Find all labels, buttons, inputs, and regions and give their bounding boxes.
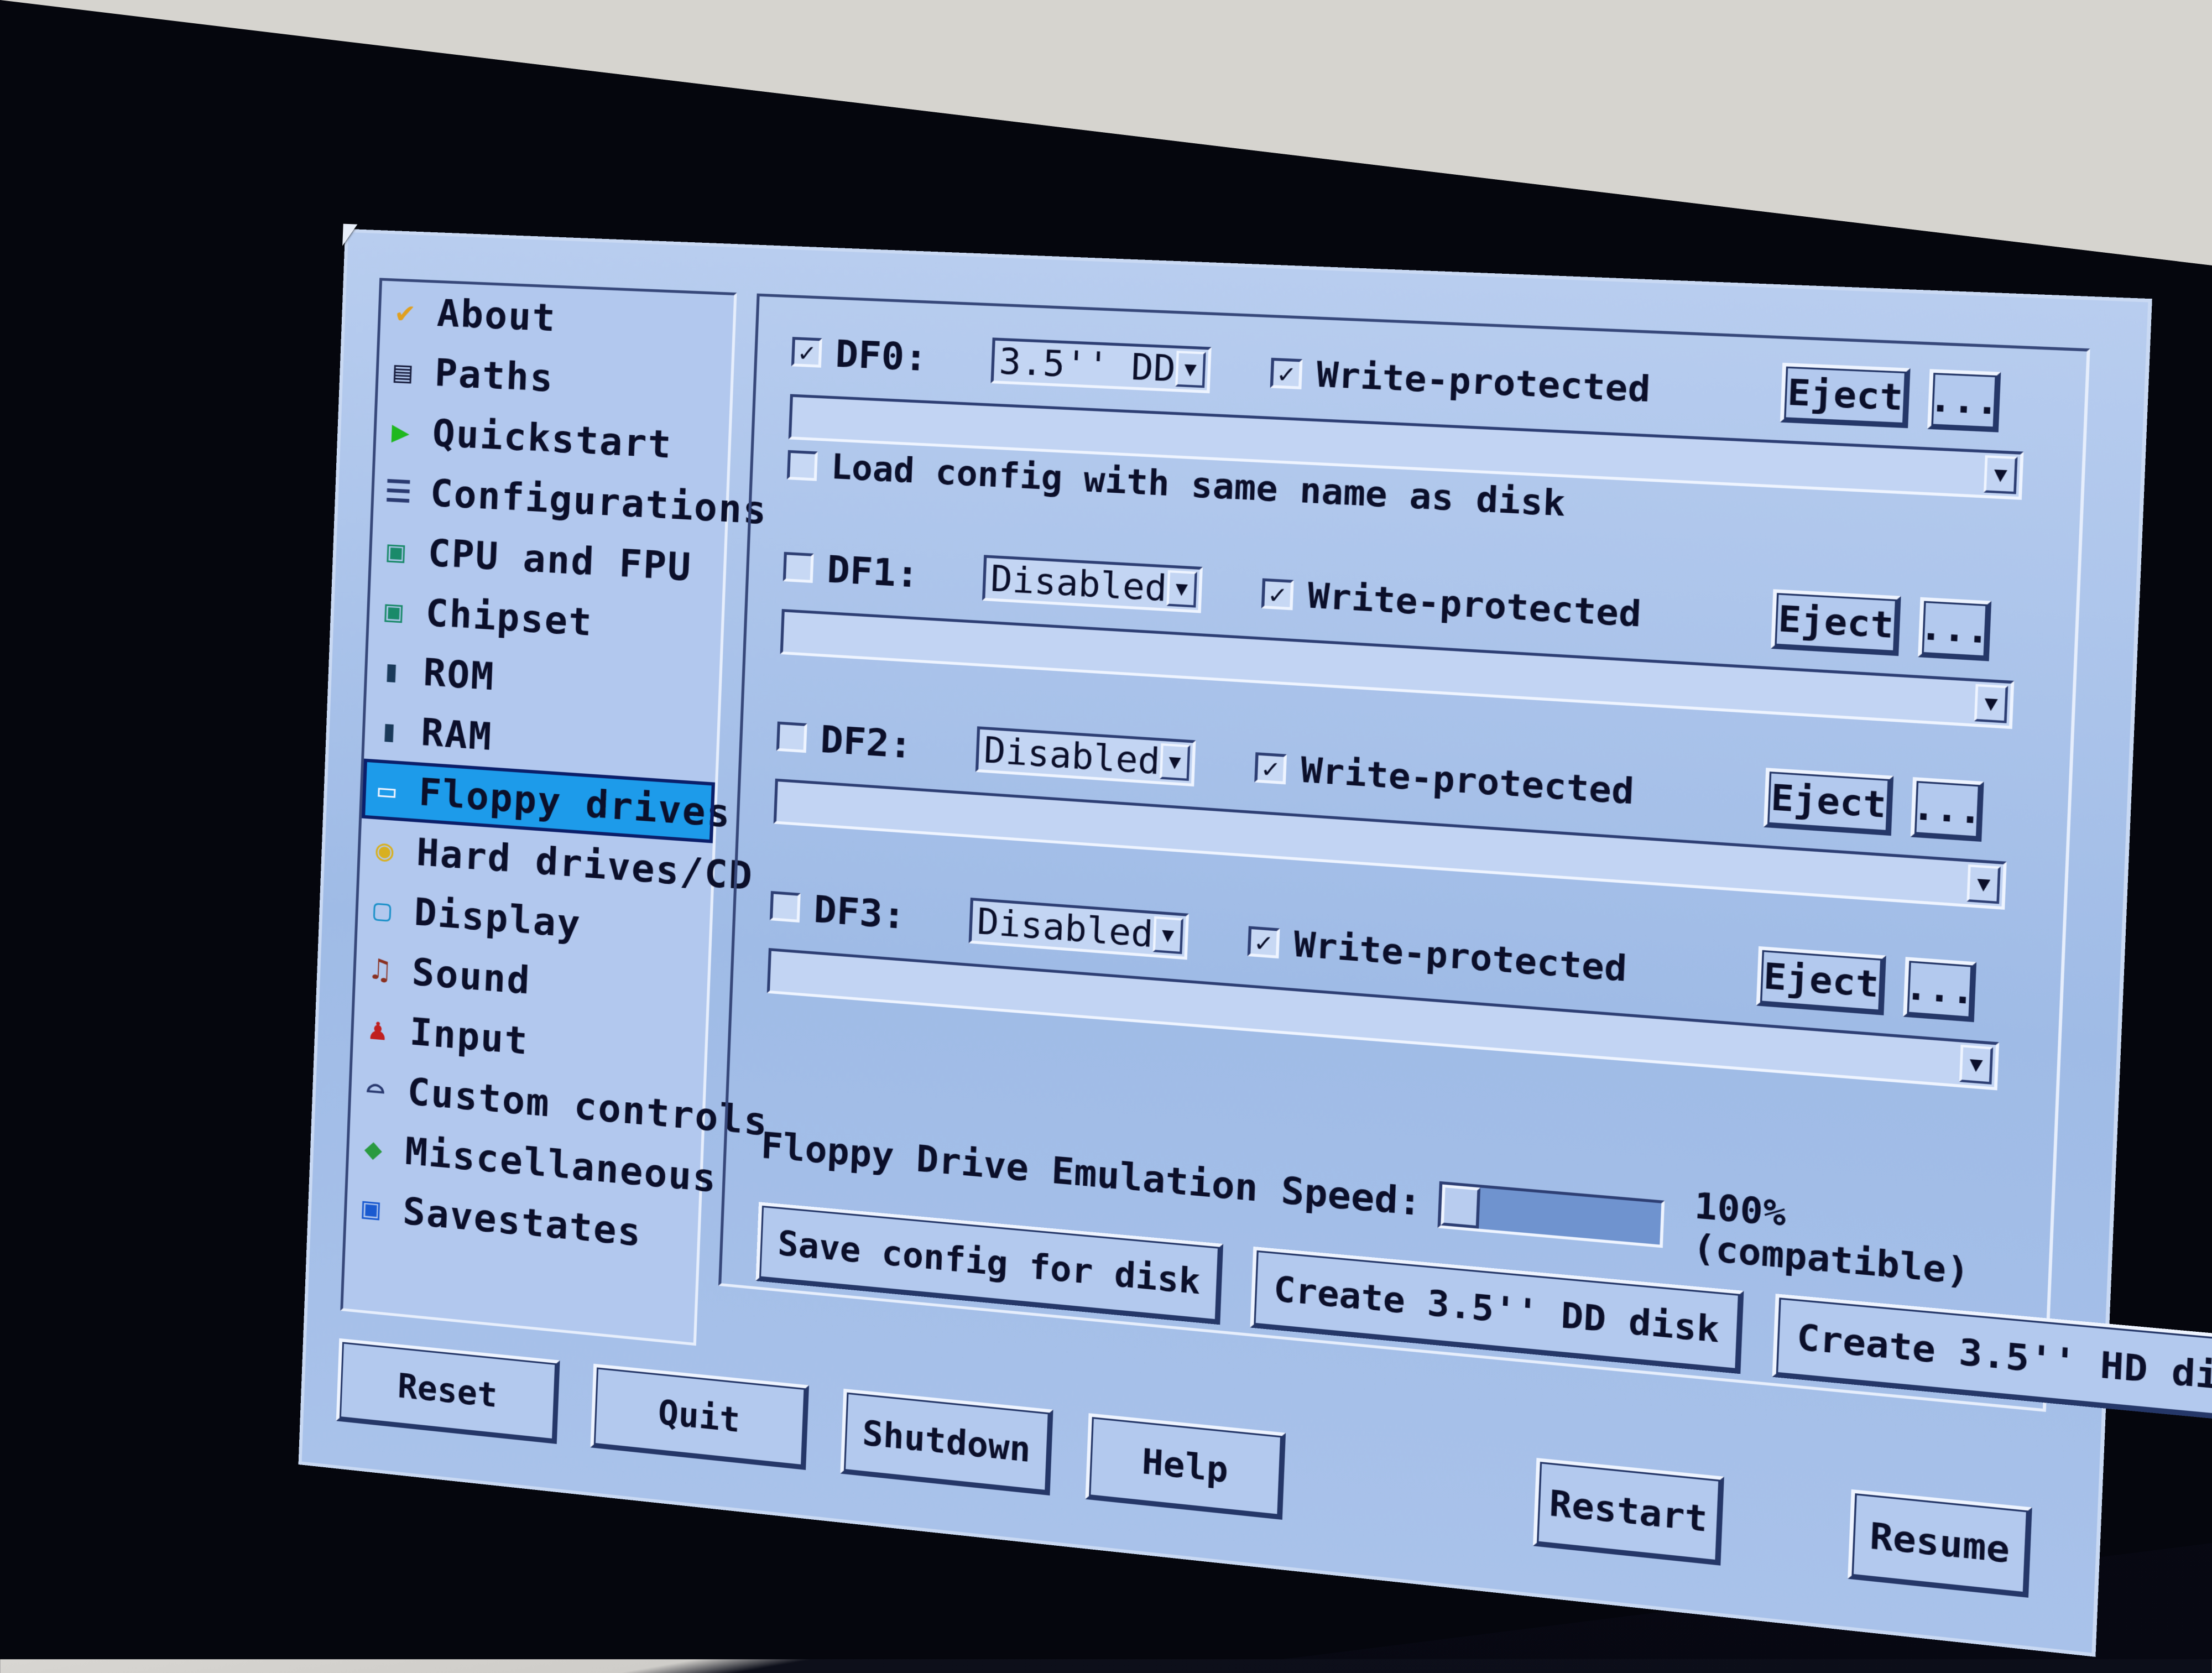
drive-df2: DF2: Disabled ▼ ✓ Write-protected Eject … <box>773 705 2010 910</box>
floppy-panel: ✓ DF0: 3.5'' DD ▼ ✓ Write-protected Ejec… <box>718 293 2212 1426</box>
write-protected-checkbox[interactable]: ✓ <box>1270 357 1303 389</box>
sidebar-item-label: Paths <box>434 351 555 401</box>
hard-drive-icon: ◉ <box>375 831 395 868</box>
write-protected-toggle[interactable]: ✓ Write-protected <box>1270 352 1651 410</box>
drive-label: DF0: <box>834 331 928 380</box>
drive-df0: ✓ DF0: 3.5'' DD ▼ ✓ Write-protected Ejec… <box>786 320 2027 548</box>
sidebar-item-label: Input <box>409 1009 530 1064</box>
memory-icon: ▮ <box>379 712 400 749</box>
sidebar-item-label: Savestates <box>401 1189 643 1255</box>
sidebar-item-label: About <box>436 291 557 341</box>
drive-type-select[interactable]: Disabled ▼ <box>982 555 1203 613</box>
write-protected-label: Write-protected <box>1293 924 1628 990</box>
drive-type-select[interactable]: 3.5'' DD ▼ <box>990 337 1212 394</box>
sidebar: ✔ About ▤ Paths ▶ Quickstart ☰ Configurations ▣ C… <box>340 278 769 1346</box>
reset-button[interactable]: Reset <box>336 1338 560 1444</box>
drive-type-select[interactable]: Disabled ▼ <box>968 897 1189 960</box>
write-protected-checkbox[interactable]: ✓ <box>1247 926 1280 958</box>
browse-button[interactable]: ... <box>1910 777 1984 842</box>
shutdown-button[interactable]: Shutdown <box>840 1388 1053 1496</box>
mouse-pointer-icon <box>342 223 358 247</box>
browse-button[interactable]: ... <box>1903 957 1977 1023</box>
drive-label: DF1: <box>826 547 920 596</box>
chip-icon: ▣ <box>384 592 405 629</box>
chevron-down-icon[interactable]: ▼ <box>1159 743 1191 781</box>
drive-label: DF3: <box>813 887 907 938</box>
eject-button[interactable]: Eject <box>1763 768 1894 836</box>
save-disk-icon: ▣ <box>361 1190 382 1227</box>
chevron-down-icon[interactable]: ▼ <box>1966 864 2001 904</box>
sidebar-item-label: RAM <box>420 710 493 759</box>
browse-button[interactable]: ... <box>1918 597 1992 661</box>
resume-button[interactable]: Resume <box>1848 1489 2032 1598</box>
sound-icon: ♫ <box>371 951 391 988</box>
write-protected-toggle[interactable]: ✓ Write-protected <box>1261 573 1642 635</box>
write-protected-label: Write-protected <box>1300 749 1635 813</box>
paths-icon: ▤ <box>393 353 414 390</box>
settings-dialog: ✔ About ▤ Paths ▶ Quickstart ☰ Configurations ▣ C… <box>301 223 2212 1653</box>
monitor-icon: ▢ <box>373 891 393 928</box>
chevron-down-icon[interactable]: ▼ <box>1974 684 2008 723</box>
drive-type-value: 3.5'' DD <box>998 340 1177 390</box>
drive-enable-checkbox[interactable] <box>776 721 807 753</box>
floppy-drive-icon: ▭ <box>377 772 398 809</box>
drive-type-select[interactable]: Disabled ▼ <box>975 726 1196 787</box>
checkmark-icon: ✔ <box>395 294 416 330</box>
emulation-speed-slider[interactable] <box>1437 1181 1665 1248</box>
sidebar-item-label: Chipset <box>425 591 594 645</box>
drive-type-value: Disabled <box>983 728 1161 783</box>
chevron-down-icon[interactable]: ▼ <box>1152 916 1183 955</box>
chevron-down-icon[interactable]: ▼ <box>1175 351 1206 388</box>
configurations-icon: ☰ <box>384 473 414 510</box>
emulation-speed-readout: 100% (compatible) <box>1692 1185 1971 1293</box>
sidebar-item-label: Display <box>413 890 582 947</box>
help-button[interactable]: Help <box>1085 1413 1286 1520</box>
eject-button[interactable]: Eject <box>1780 362 1911 429</box>
sidebar-item-label: ROM <box>422 650 495 699</box>
sidebar-item-label: CPU and FPU <box>427 530 693 590</box>
chevron-down-icon[interactable]: ▼ <box>1166 570 1197 608</box>
save-config-for-disk-button[interactable]: Save config for disk <box>755 1202 1224 1325</box>
eject-button[interactable]: Eject <box>1771 589 1901 656</box>
play-icon: ▶ <box>391 413 411 450</box>
load-config-checkbox[interactable] <box>786 450 818 481</box>
browse-button[interactable]: ... <box>1927 369 2001 432</box>
gamepad-icon: ⌓ <box>366 1070 387 1107</box>
drive-enable-checkbox[interactable] <box>782 551 814 583</box>
write-protected-label: Write-protected <box>1307 575 1642 635</box>
drive-enable-checkbox[interactable] <box>769 890 801 923</box>
eject-button[interactable]: Eject <box>1756 946 1886 1015</box>
write-protected-toggle[interactable]: ✓ Write-protected <box>1247 921 1627 990</box>
chip-icon: ▣ <box>386 533 407 569</box>
drive-enable-checkbox[interactable]: ✓ <box>791 337 822 368</box>
joystick-icon: ♟ <box>368 1010 389 1047</box>
memory-icon: ▮ <box>382 652 403 689</box>
drive-type-value: Disabled <box>989 557 1168 609</box>
sidebar-item-label: Sound <box>411 950 532 1003</box>
emulation-speed-label: Floppy Drive Emulation Speed: <box>760 1124 1423 1225</box>
write-protected-label: Write-protected <box>1316 355 1651 411</box>
write-protected-checkbox[interactable]: ✓ <box>1254 752 1287 785</box>
chevron-down-icon[interactable]: ▼ <box>1983 455 2018 494</box>
sidebar-item-label: Quickstart <box>431 411 673 467</box>
sidebar-item-label: Configurations <box>429 471 769 533</box>
drive-type-value: Disabled <box>976 900 1154 955</box>
write-protected-toggle[interactable]: ✓ Write-protected <box>1254 747 1635 813</box>
write-protected-checkbox[interactable]: ✓ <box>1261 578 1294 611</box>
slider-thumb[interactable] <box>1441 1184 1481 1229</box>
drive-df1: DF1: Disabled ▼ ✓ Write-protected Eject … <box>780 535 2018 729</box>
blocks-icon: ◆ <box>363 1130 384 1167</box>
restart-button[interactable]: Restart <box>1533 1458 1724 1566</box>
chevron-down-icon[interactable]: ▼ <box>1959 1044 1994 1085</box>
quit-button[interactable]: Quit <box>590 1363 810 1470</box>
drive-label: DF2: <box>820 717 914 767</box>
drive-df3: DF3: Disabled ▼ ✓ Write-protected Eject … <box>766 874 2002 1091</box>
